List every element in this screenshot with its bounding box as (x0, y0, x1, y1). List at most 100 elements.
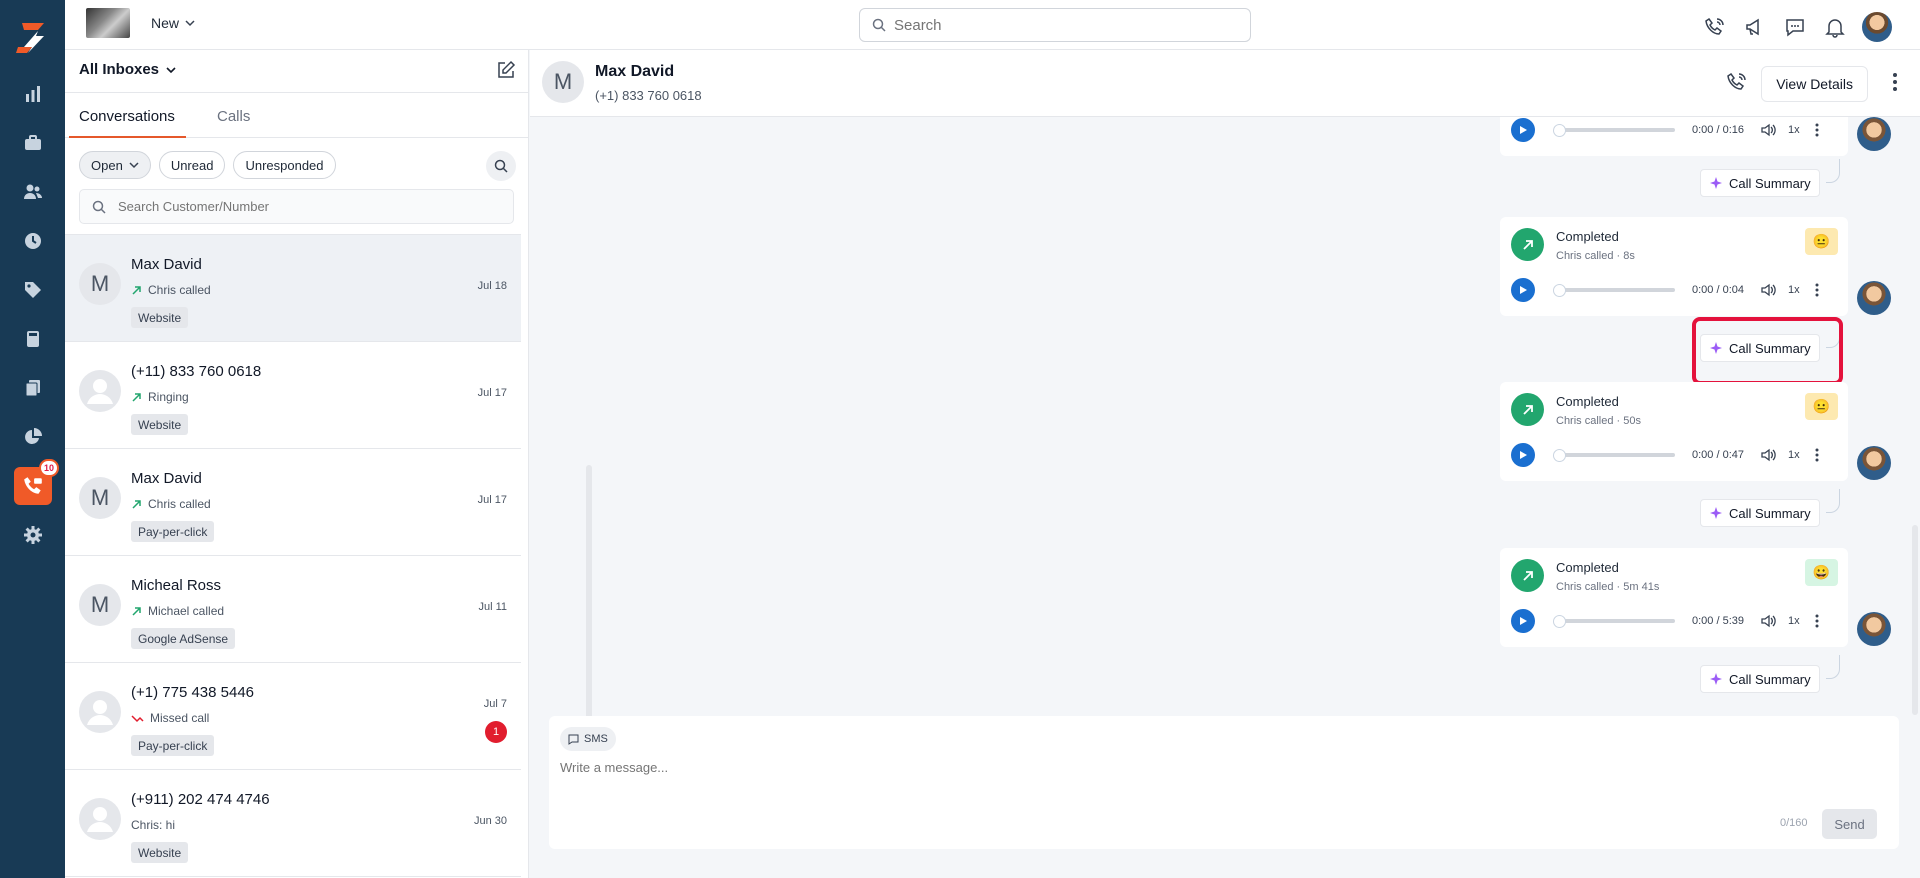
play-button[interactable] (1511, 118, 1535, 142)
more-options-icon[interactable] (1815, 614, 1819, 628)
call-contact-icon[interactable] (1726, 71, 1748, 93)
customer-search-input[interactable] (118, 199, 498, 214)
person-placeholder-icon (87, 700, 113, 725)
last-activity: Missed call (131, 711, 209, 725)
volume-icon[interactable] (1760, 122, 1776, 138)
conversation-row[interactable]: M Max David Chris called Pay-per-click J… (65, 449, 521, 556)
conversation-row[interactable]: (+1) 775 438 5446 Missed call Pay-per-cl… (65, 663, 521, 770)
company-logo-thumbnail[interactable] (86, 8, 130, 38)
compose-icon[interactable] (496, 60, 516, 80)
jobs-icon[interactable] (20, 130, 46, 156)
inbox-selector[interactable]: All Inboxes (79, 61, 177, 78)
global-search[interactable] (859, 8, 1251, 42)
source-tag: Pay-per-click (131, 735, 215, 756)
audio-progress-slider[interactable] (1553, 615, 1675, 628)
contact-phone: (+1) 833 760 0618 (595, 88, 702, 103)
playback-speed[interactable]: 1x (1788, 124, 1800, 136)
last-activity: Ringing (131, 390, 189, 404)
missed-call-icon (131, 714, 144, 722)
last-activity: Chris called (131, 497, 211, 511)
contact-avatar: M (79, 584, 121, 626)
channel-selector[interactable]: SMS (560, 727, 616, 751)
call-card: Completed Chris called · 8s 😐 0:00 / 0:0… (1500, 217, 1848, 316)
view-details-button[interactable]: View Details (1761, 66, 1868, 102)
more-options-icon[interactable] (1815, 123, 1819, 137)
conversation-row[interactable]: M Micheal Ross Michael called Google AdS… (65, 556, 521, 663)
last-activity-text: Michael called (148, 604, 225, 618)
customer-search[interactable] (79, 189, 514, 224)
chevron-down-icon (129, 162, 139, 169)
conversation-list-panel: All Inboxes Conversations Calls Open Unr… (65, 50, 592, 878)
send-button[interactable]: Send (1822, 809, 1877, 839)
tab-conversations[interactable]: Conversations (79, 108, 175, 125)
call-status-icon (1511, 559, 1544, 592)
thread-scrollbar[interactable] (1912, 525, 1918, 715)
volume-icon[interactable] (1760, 282, 1776, 298)
playback-speed[interactable]: 1x (1788, 284, 1800, 296)
volume-icon[interactable] (1760, 613, 1776, 629)
reports-icon[interactable] (20, 81, 46, 107)
left-nav-rail: 10 (0, 0, 65, 878)
megaphone-icon[interactable] (1742, 14, 1768, 40)
topbar-actions (1702, 12, 1892, 42)
agent-avatar (1857, 281, 1891, 315)
filter-search-button[interactable] (486, 151, 516, 181)
play-button[interactable] (1511, 278, 1535, 302)
conversation-row[interactable]: (+911) 202 474 4746 Chris: hi Website Ju… (65, 770, 521, 877)
documents-icon[interactable] (20, 375, 46, 401)
outgoing-call-icon (132, 392, 141, 402)
contact-name: (+11) 833 760 0618 (131, 363, 262, 380)
bell-icon[interactable] (1822, 14, 1848, 40)
more-options-icon[interactable] (1815, 448, 1819, 462)
global-search-input[interactable] (894, 16, 1214, 34)
chat-icon[interactable] (1782, 14, 1808, 40)
conversation-row[interactable]: (+11) 833 760 0618 Ringing Website Jul 1… (65, 342, 521, 449)
playback-speed[interactable]: 1x (1788, 615, 1800, 627)
calculator-icon[interactable] (20, 326, 46, 352)
conversation-date: Jul 18 (477, 280, 507, 292)
audio-time: 0:00 / 5:39 (1692, 615, 1744, 627)
last-activity-text: Chris: hi (131, 818, 176, 832)
more-options-icon[interactable] (1815, 283, 1819, 297)
calls-unread-badge: 10 (39, 459, 59, 477)
message-input[interactable] (560, 760, 1460, 775)
message-thread: 0:00 / 0:16 1x Call Summary Completed Ch… (530, 117, 1920, 707)
audio-player: 0:00 / 0:47 1x (1511, 443, 1837, 467)
clock-icon[interactable] (20, 228, 46, 254)
audio-progress-slider[interactable] (1553, 124, 1675, 137)
volume-icon[interactable] (1760, 447, 1776, 463)
audio-time: 0:00 / 0:16 (1692, 124, 1744, 136)
new-button[interactable]: New (151, 15, 195, 31)
outgoing-call-icon (132, 499, 141, 509)
filter-unresponded[interactable]: Unresponded (233, 151, 336, 179)
tab-calls[interactable]: Calls (217, 108, 250, 125)
filter-unread[interactable]: Unread (158, 151, 226, 179)
call-summary-button[interactable]: Call Summary (1700, 499, 1820, 527)
settings-gear-icon[interactable] (20, 522, 46, 548)
user-avatar[interactable] (1862, 12, 1892, 42)
play-button[interactable] (1511, 443, 1535, 467)
playback-speed[interactable]: 1x (1788, 449, 1800, 461)
play-button[interactable] (1511, 609, 1535, 633)
conversation-row[interactable]: M Max David Chris called Website Jul 18 (65, 235, 521, 342)
sms-icon (568, 734, 579, 745)
app-logo-icon[interactable] (14, 19, 50, 55)
contact-avatar (79, 798, 121, 840)
person-placeholder-icon (87, 807, 113, 832)
phone-icon[interactable] (1702, 14, 1728, 40)
pie-chart-icon[interactable] (20, 424, 46, 450)
play-icon (1520, 451, 1527, 459)
call-summary-button[interactable]: Call Summary (1700, 665, 1820, 693)
last-activity: Michael called (131, 604, 224, 618)
tag-icon[interactable] (20, 277, 46, 303)
audio-progress-slider[interactable] (1553, 449, 1675, 462)
agent-avatar (1857, 612, 1891, 646)
filter-open[interactable]: Open (79, 151, 151, 179)
more-options-icon[interactable] (1892, 72, 1898, 92)
call-summary-button[interactable]: Call Summary (1700, 334, 1820, 362)
customers-icon[interactable] (20, 179, 46, 205)
audio-progress-slider[interactable] (1553, 284, 1675, 297)
outgoing-arrow-icon (1522, 404, 1533, 415)
call-summary-button[interactable]: Call Summary (1700, 169, 1820, 197)
source-tag: Pay-per-click (131, 521, 215, 542)
